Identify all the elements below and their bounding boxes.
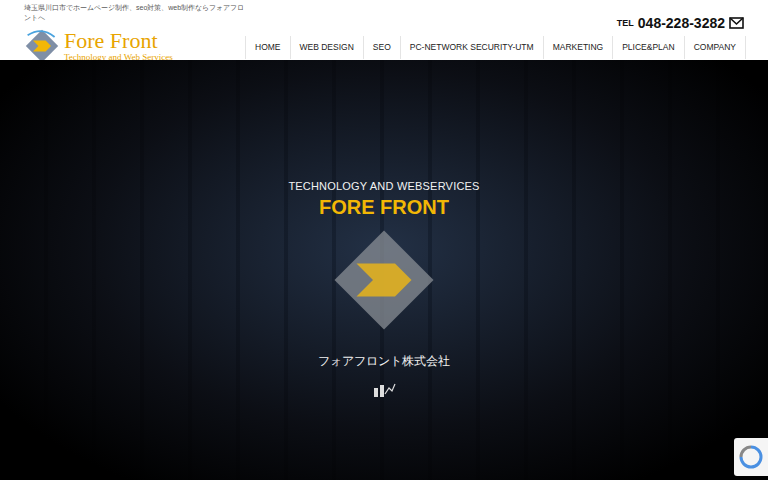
- contact: TEL 048-228-3282: [617, 14, 768, 32]
- recaptcha-icon: [738, 444, 764, 470]
- hero: TECHNOLOGY AND WEBSERVICES FORE FRONT フォアフ…: [0, 60, 768, 480]
- header-left: 埼玉県川口市でホームページ制作、seo対策、web制作ならフォアフロントへ For…: [0, 0, 245, 60]
- hero-logo-icon: [329, 225, 439, 335]
- nav-item[interactable]: COMPANY: [684, 36, 746, 59]
- hero-content: TECHNOLOGY AND WEBSERVICES FORE FRONT フォアフ…: [288, 60, 479, 480]
- recaptcha-badge[interactable]: [734, 438, 768, 476]
- nav-item[interactable]: WEB DESIGN: [290, 36, 363, 59]
- nav-item[interactable]: MARKETING: [543, 36, 613, 59]
- chart-icon: [372, 380, 396, 398]
- logo-title: Fore Front: [64, 30, 173, 52]
- logo-text: Fore FrontTechnology and Web Services: [64, 30, 173, 63]
- main-nav: HOMEWEB DESIGNSEOPC-NETWORK SECURITY-UTM…: [245, 36, 768, 59]
- page: 埼玉県川口市でホームページ制作、seo対策、web制作ならフォアフロントへ For…: [0, 0, 768, 480]
- nav-item[interactable]: SEO: [363, 36, 400, 59]
- site-header: 埼玉県川口市でホームページ制作、seo対策、web制作ならフォアフロントへ For…: [0, 0, 768, 60]
- tagline: 埼玉県川口市でホームページ制作、seo対策、web制作ならフォアフロントへ: [24, 3, 245, 23]
- nav-item[interactable]: PLICE&PLAN: [612, 36, 683, 59]
- nav-item[interactable]: HOME: [245, 36, 290, 59]
- header-right: TEL 048-228-3282 HOMEWEB DESIGNSEOPC-NETWO…: [245, 0, 768, 60]
- nav-item[interactable]: PC-NETWORK SECURITY-UTM: [400, 36, 543, 59]
- phone-number[interactable]: 048-228-3282: [638, 15, 725, 31]
- logo-icon: [24, 28, 60, 64]
- logo[interactable]: Fore FrontTechnology and Web Services: [24, 28, 245, 64]
- tel-label: TEL: [617, 18, 634, 28]
- hero-company: フォアフロント株式会社: [318, 353, 450, 370]
- hero-title: FORE FRONT: [319, 196, 449, 219]
- mail-icon[interactable]: [729, 17, 744, 29]
- hero-kicker: TECHNOLOGY AND WEBSERVICES: [288, 180, 479, 192]
